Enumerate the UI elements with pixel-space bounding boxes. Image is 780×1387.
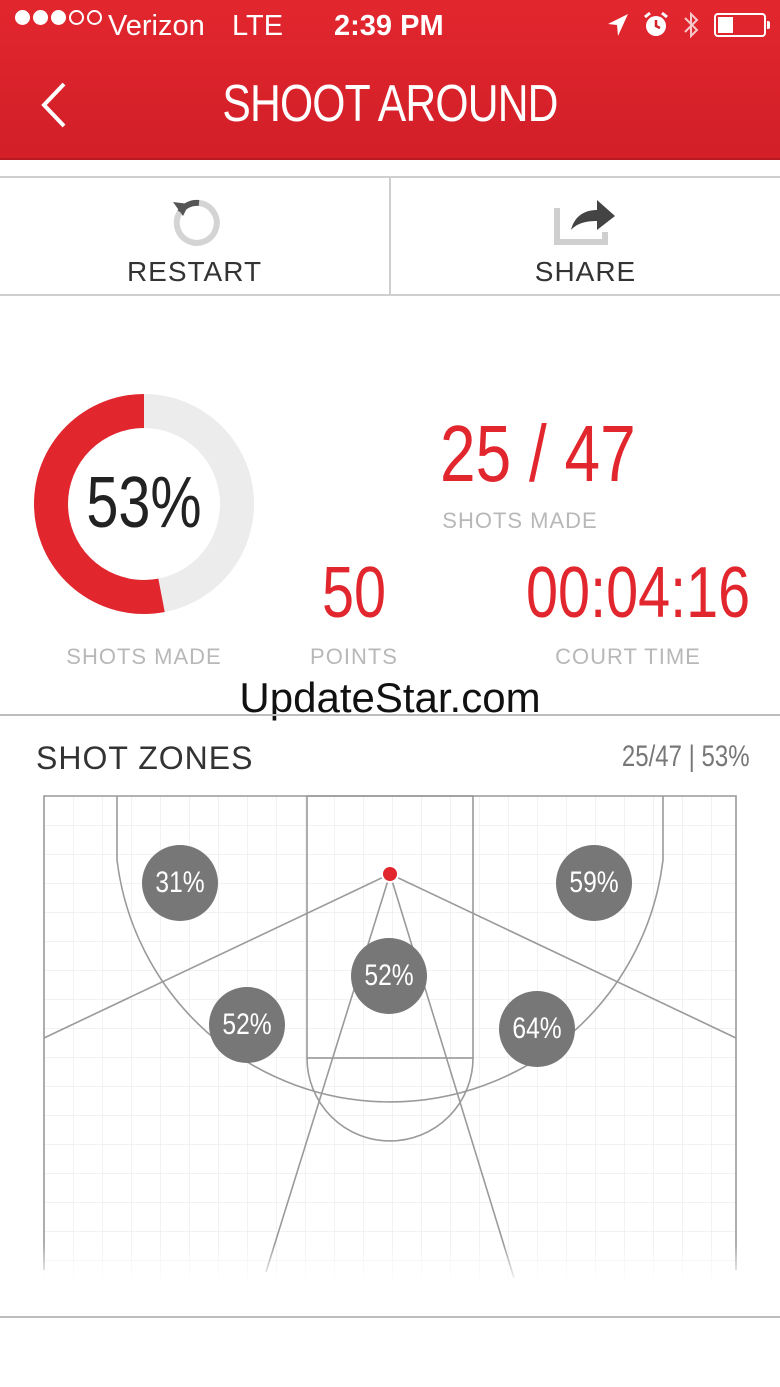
zone-left-corner-value: 31% bbox=[155, 866, 205, 899]
bottom-divider bbox=[0, 1316, 780, 1318]
basket-marker bbox=[381, 865, 399, 883]
zone-right-corner[interactable]: 59% bbox=[556, 845, 632, 921]
zone-left-wing-value: 52% bbox=[222, 1008, 272, 1041]
zone-left-wing[interactable]: 52% bbox=[209, 987, 285, 1063]
zone-center[interactable]: 52% bbox=[351, 938, 427, 1014]
zone-right-corner-value: 59% bbox=[569, 866, 619, 899]
court-diagram bbox=[40, 795, 740, 1285]
zone-center-value: 52% bbox=[364, 959, 414, 992]
zone-right-wing-value: 64% bbox=[512, 1012, 562, 1045]
zone-right-wing[interactable]: 64% bbox=[499, 991, 575, 1067]
zone-left-corner[interactable]: 31% bbox=[142, 845, 218, 921]
